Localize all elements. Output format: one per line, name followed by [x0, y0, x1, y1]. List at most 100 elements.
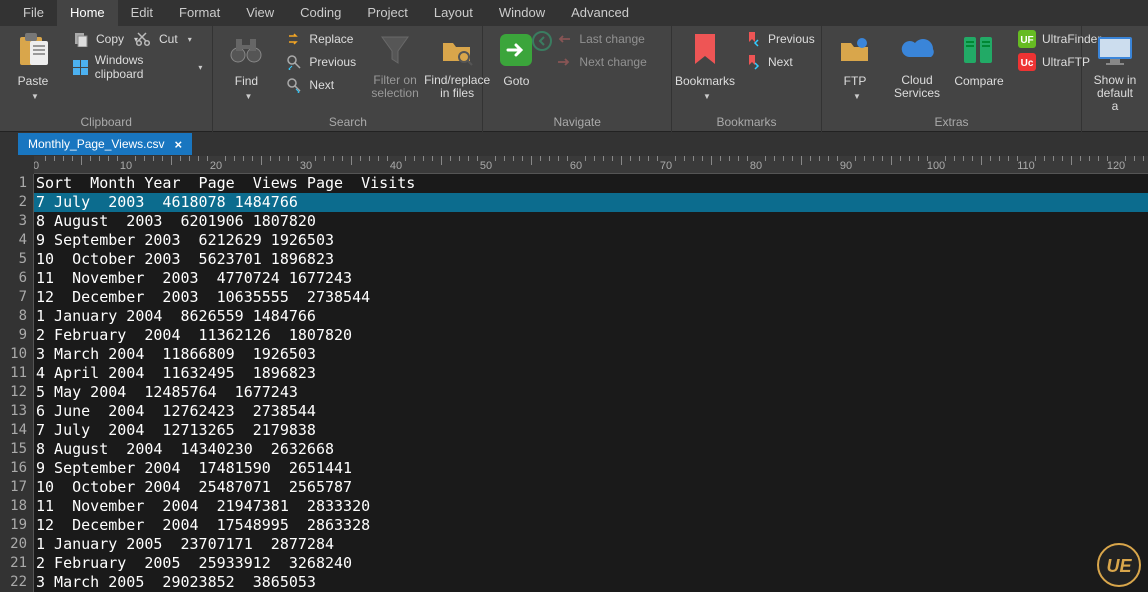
last-change-button[interactable]: Last change [551, 28, 650, 50]
code-line[interactable]: 3 March 2005 29023852 3865053 [34, 573, 1148, 592]
code-line[interactable]: 5 May 2004 12485764 1677243 [34, 383, 1148, 402]
code-line[interactable]: 9 September 2003 6212629 1926503 [34, 231, 1148, 250]
bookmark-prev-icon [744, 30, 762, 48]
code-line[interactable]: 8 August 2003 6201906 1807820 [34, 212, 1148, 231]
next-change-button[interactable]: Next change [551, 51, 650, 73]
code-line[interactable]: 4 April 2004 11632495 1896823 [34, 364, 1148, 383]
code-line[interactable]: 1 January 2005 23707171 2877284 [34, 535, 1148, 554]
menu-item-advanced[interactable]: Advanced [558, 0, 642, 26]
bookmark-next-button[interactable]: Next [740, 51, 819, 73]
svg-text:Uc: Uc [1021, 58, 1034, 69]
menu-item-layout[interactable]: Layout [421, 0, 486, 26]
group-label-bookmarks: Bookmarks [678, 115, 815, 132]
menu-item-window[interactable]: Window [486, 0, 558, 26]
code-line[interactable]: 12 December 2004 17548995 2863328 [34, 516, 1148, 535]
line-number: 3 [0, 212, 33, 231]
bookmark-next-icon [744, 53, 762, 71]
ftp-dropdown-arrow[interactable]: ▼ [853, 92, 861, 101]
menu-item-project[interactable]: Project [354, 0, 420, 26]
goto-label: Goto [503, 74, 529, 88]
line-number: 13 [0, 402, 33, 421]
app-logo: UE [1096, 542, 1142, 588]
code-line[interactable]: 9 September 2004 17481590 2651441 [34, 459, 1148, 478]
replace-button[interactable]: Replace [281, 28, 360, 50]
line-number: 17 [0, 478, 33, 497]
code-line[interactable]: 12 December 2003 10635555 2738544 [34, 288, 1148, 307]
cut-button[interactable]: Cut▾ [131, 28, 196, 50]
code-line[interactable]: 1 January 2004 8626559 1484766 [34, 307, 1148, 326]
line-number: 5 [0, 250, 33, 269]
funnel-icon [380, 30, 410, 70]
compare-icon [962, 30, 996, 70]
findfiles-label: Find/replace in files [424, 74, 490, 100]
windows-clipboard-button[interactable]: Windows clipboard▾ [68, 51, 206, 83]
copy-icon [72, 30, 90, 48]
line-number: 10 [0, 345, 33, 364]
menu-item-coding[interactable]: Coding [287, 0, 354, 26]
group-label-navigate: Navigate [489, 115, 665, 132]
code-area[interactable]: Sort Month Year Page Views Page Visits7 … [34, 174, 1148, 592]
code-line[interactable]: 3 March 2004 11866809 1926503 [34, 345, 1148, 364]
paste-button[interactable]: Paste ▼ [6, 28, 60, 103]
tab-close-button[interactable]: × [175, 137, 183, 152]
code-line[interactable]: 11 November 2003 4770724 1677243 [34, 269, 1148, 288]
filter-button[interactable]: Filter on selection [368, 28, 422, 102]
editor[interactable]: 12345678910111213141516171819202122 Sort… [0, 174, 1148, 592]
show-in-default-button[interactable]: Show in default a [1088, 28, 1142, 116]
clipboard-icon [16, 30, 50, 70]
windows-icon [72, 58, 89, 76]
line-number: 14 [0, 421, 33, 440]
previous-button[interactable]: Previous [281, 51, 360, 73]
bookmarks-dropdown-arrow[interactable]: ▼ [703, 92, 711, 101]
line-number: 15 [0, 440, 33, 459]
bookmarks-button[interactable]: Bookmarks ▼ [678, 28, 732, 103]
code-line[interactable]: 2 February 2005 25933912 3268240 [34, 554, 1148, 573]
compare-button[interactable]: Compare [952, 28, 1006, 90]
ftp-folder-icon [838, 30, 872, 70]
code-line[interactable]: 6 June 2004 12762423 2738544 [34, 402, 1148, 421]
tab-strip: Monthly_Page_Views.csv × [0, 132, 1148, 156]
next-button[interactable]: Next [281, 74, 360, 96]
svg-text:UE: UE [1106, 556, 1132, 576]
ultrafinder-icon: UF [1018, 30, 1036, 48]
line-number: 9 [0, 326, 33, 345]
file-tab[interactable]: Monthly_Page_Views.csv × [18, 133, 192, 155]
scissors-icon [135, 30, 153, 48]
code-line[interactable]: 10 October 2003 5623701 1896823 [34, 250, 1148, 269]
code-line[interactable]: Sort Month Year Page Views Page Visits [34, 174, 1148, 193]
next-icon [285, 76, 303, 94]
line-number: 18 [0, 497, 33, 516]
menu-item-format[interactable]: Format [166, 0, 233, 26]
cloud-button[interactable]: Cloud Services [890, 28, 944, 102]
line-number: 12 [0, 383, 33, 402]
code-line[interactable]: 11 November 2004 21947381 2833320 [34, 497, 1148, 516]
ftp-button[interactable]: FTP ▼ [828, 28, 882, 103]
line-number: 7 [0, 288, 33, 307]
line-number: 20 [0, 535, 33, 554]
code-line[interactable]: 8 August 2004 14340230 2632668 [34, 440, 1148, 459]
find-button[interactable]: Find ▼ [219, 28, 273, 103]
ultraftp-icon: Uc [1018, 53, 1036, 71]
bookmarks-label: Bookmarks [675, 74, 735, 88]
line-number: 6 [0, 269, 33, 288]
code-line[interactable]: 7 July 2004 12713265 2179838 [34, 421, 1148, 440]
menu-bar: FileHomeEditFormatViewCodingProjectLayou… [0, 0, 1148, 26]
menu-item-home[interactable]: Home [57, 0, 118, 26]
back-circle-icon[interactable] [531, 30, 553, 52]
code-line[interactable]: 10 October 2004 25487071 2565787 [34, 478, 1148, 497]
bookmark-icon [689, 30, 721, 70]
paste-dropdown-arrow[interactable]: ▼ [31, 92, 39, 101]
bookmark-prev-button[interactable]: Previous [740, 28, 819, 50]
menu-item-file[interactable]: File [10, 0, 57, 26]
menu-item-edit[interactable]: Edit [118, 0, 166, 26]
menu-item-view[interactable]: View [233, 0, 287, 26]
find-dropdown-arrow[interactable]: ▼ [244, 92, 252, 101]
find-in-files-button[interactable]: Find/replace in files [430, 28, 484, 102]
showin-label: Show in default a [1092, 74, 1138, 114]
cut-label: Cut [159, 32, 178, 46]
line-number: 11 [0, 364, 33, 383]
arrow-left-icon [555, 30, 573, 48]
code-line[interactable]: 7 July 2003 4618078 1484766 [34, 193, 1148, 212]
code-line[interactable]: 2 February 2004 11362126 1807820 [34, 326, 1148, 345]
winclip-label: Windows clipboard [95, 53, 189, 81]
